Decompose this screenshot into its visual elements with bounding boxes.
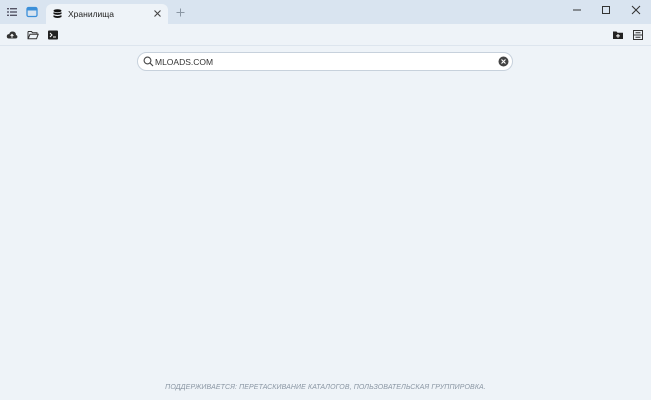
search-input[interactable]: [155, 55, 485, 68]
window-close-icon[interactable]: [629, 4, 643, 16]
clear-icon[interactable]: [498, 56, 509, 67]
tab-storages[interactable]: Хранилища: [46, 4, 168, 24]
list-icon[interactable]: [6, 6, 18, 18]
folder-add-icon[interactable]: [612, 29, 624, 41]
title-bar: Хранилища: [0, 0, 651, 24]
plus-icon[interactable]: [176, 8, 185, 17]
maximize-icon[interactable]: [599, 4, 613, 16]
cloud-upload-icon[interactable]: [6, 29, 18, 41]
terminal-icon[interactable]: [47, 29, 59, 41]
minimize-icon[interactable]: [570, 4, 584, 16]
search-icon: [143, 56, 154, 67]
close-icon[interactable]: [153, 9, 162, 18]
window-icon[interactable]: [26, 6, 38, 18]
toolbar: [0, 24, 651, 46]
search-box[interactable]: [137, 52, 513, 71]
support-hint: ПОДДЕРЖИВАЕТСЯ: ПЕРЕТАСКИВАНИЕ КАТАЛОГОВ…: [165, 384, 486, 391]
database-icon: [53, 9, 62, 18]
split-layout-icon[interactable]: [632, 29, 644, 41]
tab-title: Хранилища: [68, 9, 114, 19]
folder-open-icon[interactable]: [27, 29, 39, 41]
